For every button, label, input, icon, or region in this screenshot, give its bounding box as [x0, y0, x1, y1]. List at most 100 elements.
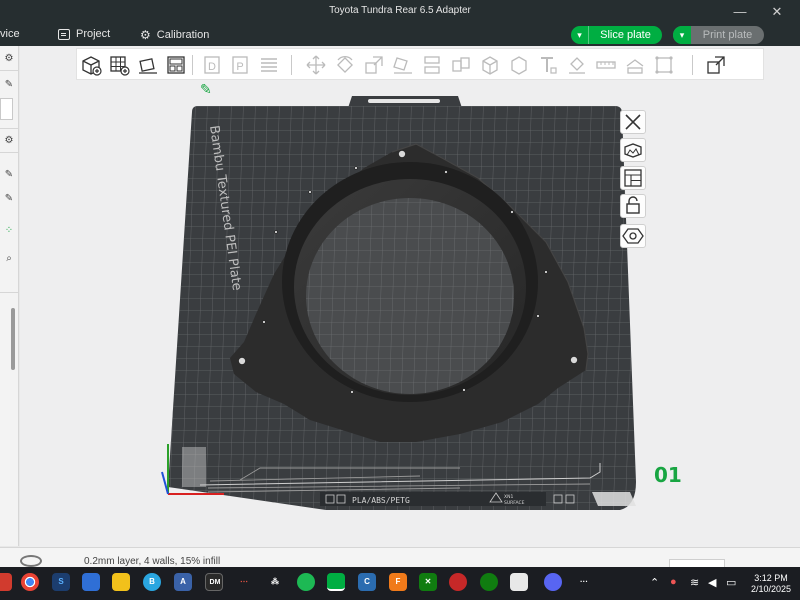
- plate-p-icon[interactable]: P: [229, 54, 251, 76]
- plate-d-icon[interactable]: D: [201, 54, 223, 76]
- calibration-tab-label: Calibration: [156, 29, 210, 41]
- chrome-icon[interactable]: [21, 573, 39, 591]
- close-view-icon: [625, 114, 641, 130]
- tray-alert-icon[interactable]: ●: [670, 576, 677, 588]
- file-explorer-icon[interactable]: [112, 573, 130, 591]
- clock-time: 3:12 PM: [754, 573, 788, 583]
- edit-printer-icon[interactable]: ✎: [2, 78, 16, 92]
- surface-label-2: SURFACE: [504, 500, 525, 506]
- app-window: { "window": { "title": "Toyota Tundra Re…: [0, 0, 800, 600]
- taskbar: S B A DM ⋯ ⁂ C F ✕ ··· ⌃ ● ≋ ◀ ▭ 3:12 PM…: [0, 567, 800, 600]
- measure-icon[interactable]: [595, 54, 617, 76]
- store-icon[interactable]: [510, 573, 528, 591]
- tray-chevron-icon[interactable]: ⌃: [650, 576, 659, 589]
- s-app-icon[interactable]: S: [52, 573, 70, 591]
- add-cube-icon[interactable]: [80, 54, 102, 76]
- lock-icon: [626, 196, 640, 214]
- lay-on-face-icon[interactable]: [392, 54, 414, 76]
- clock-date: 2/10/2025: [750, 584, 792, 594]
- move-icon[interactable]: [305, 54, 327, 76]
- tidal-icon[interactable]: ⁂: [266, 573, 284, 591]
- calibration-icon: ⚙: [140, 28, 151, 42]
- slice-settings-summary: 0.2mm layer, 4 walls, 15% infill: [84, 556, 221, 567]
- close-button[interactable]: ✕: [767, 2, 787, 22]
- split-icon[interactable]: [450, 54, 472, 76]
- window-title: Toyota Tundra Rear 6.5 Adapter: [329, 5, 471, 16]
- orient-icon[interactable]: [137, 54, 159, 76]
- cut-icon[interactable]: [421, 54, 443, 76]
- a-app-icon[interactable]: A: [174, 573, 192, 591]
- project-tab-label: Project: [76, 28, 111, 40]
- start-app-icon[interactable]: [0, 573, 12, 591]
- svg-text:P: P: [236, 61, 243, 73]
- close-view-button[interactable]: [620, 110, 646, 134]
- material-label: PLA/ABS/PETG: [352, 496, 410, 505]
- object-list-icon[interactable]: ⁘: [2, 224, 16, 238]
- menu-bar: vice Project ⚙ Calibration ▾ Slice plate…: [0, 24, 800, 46]
- slice-plate-button[interactable]: ▾ Slice plate: [571, 26, 662, 44]
- gear-hex-icon: [622, 228, 644, 244]
- wifi-icon[interactable]: ≋: [690, 576, 699, 589]
- spotify-icon[interactable]: [297, 573, 315, 591]
- plate-number[interactable]: 01: [654, 463, 682, 487]
- notes-icon[interactable]: [82, 573, 100, 591]
- print-dropdown-icon[interactable]: ▾: [673, 26, 691, 44]
- title-bar: Toyota Tundra Rear 6.5 Adapter — ✕: [0, 0, 800, 24]
- xbox-icon[interactable]: ✕: [419, 573, 437, 591]
- dm-app-icon[interactable]: DM: [205, 573, 223, 591]
- arrange-icon[interactable]: [165, 54, 187, 76]
- more-icon[interactable]: ···: [575, 573, 593, 591]
- slice-plate-label: Slice plate: [600, 29, 651, 41]
- surface-label-1: XN1: [504, 494, 513, 500]
- helmet-icon[interactable]: [449, 573, 467, 591]
- slice-dropdown-icon[interactable]: ▾: [571, 26, 589, 44]
- minimize-button[interactable]: —: [730, 2, 750, 22]
- rotate-icon[interactable]: [334, 54, 356, 76]
- print-plate-button[interactable]: ▾ Print plate: [673, 26, 764, 44]
- calibration-tab[interactable]: ⚙ Calibration: [140, 28, 209, 42]
- printer-settings-icon[interactable]: ⚙: [2, 52, 16, 66]
- paint-icon[interactable]: [566, 54, 588, 76]
- clock[interactable]: 3:12 PM 2/10/2025: [744, 573, 798, 595]
- print-plate-label: Print plate: [702, 29, 753, 41]
- layers-icon[interactable]: [258, 54, 280, 76]
- printer-select[interactable]: [0, 98, 13, 120]
- bambu-studio-icon[interactable]: [327, 573, 345, 591]
- eye-icon[interactable]: [20, 555, 42, 567]
- svg-text:D: D: [208, 61, 216, 73]
- search-icon[interactable]: ⌕: [2, 252, 16, 266]
- sidebar-scrollbar[interactable]: [11, 308, 15, 370]
- nav-app-icon[interactable]: ⋯: [235, 573, 253, 591]
- plate-settings-button[interactable]: [620, 224, 646, 248]
- build-plate: Bambu Textured PEI Plate PLA/ABS/PETG XN…: [161, 96, 636, 510]
- grid-plate-icon[interactable]: [108, 54, 130, 76]
- left-sidebar: ⚙ ✎ ⚙ ✎ ✎ ⁘ ⌕: [0, 46, 19, 546]
- volume-icon[interactable]: ◀: [708, 576, 716, 589]
- boolean-icon[interactable]: [653, 54, 675, 76]
- main-toolbar: D P: [76, 48, 764, 80]
- filament-settings-icon[interactable]: ⚙: [2, 134, 16, 148]
- edit-filament-icon[interactable]: ✎: [2, 168, 16, 182]
- support-paint-icon[interactable]: [479, 54, 501, 76]
- edit-process-icon[interactable]: ✎: [2, 192, 16, 206]
- discord-icon[interactable]: [544, 573, 562, 591]
- b-app-icon[interactable]: B: [143, 573, 161, 591]
- fusion-icon[interactable]: F: [389, 573, 407, 591]
- assembly-icon[interactable]: [508, 54, 530, 76]
- device-tab[interactable]: vice: [0, 28, 20, 40]
- variable-height-icon[interactable]: [705, 54, 727, 76]
- plate-handle-slot: [368, 99, 440, 103]
- plate-layout-button[interactable]: [620, 166, 646, 190]
- xbox-notify-icon[interactable]: [480, 573, 498, 591]
- device-tab-label: vice: [0, 28, 20, 40]
- c-app-icon[interactable]: C: [358, 573, 376, 591]
- text-icon[interactable]: [537, 54, 559, 76]
- battery-icon[interactable]: ▭: [726, 576, 736, 589]
- project-tab[interactable]: Project: [58, 28, 110, 40]
- lock-button[interactable]: [620, 194, 646, 218]
- isometric-view-button[interactable]: [620, 138, 646, 162]
- seam-icon[interactable]: [624, 54, 646, 76]
- project-icon: [58, 28, 70, 40]
- isometric-view-icon: [624, 143, 642, 158]
- scale-icon[interactable]: [363, 54, 385, 76]
